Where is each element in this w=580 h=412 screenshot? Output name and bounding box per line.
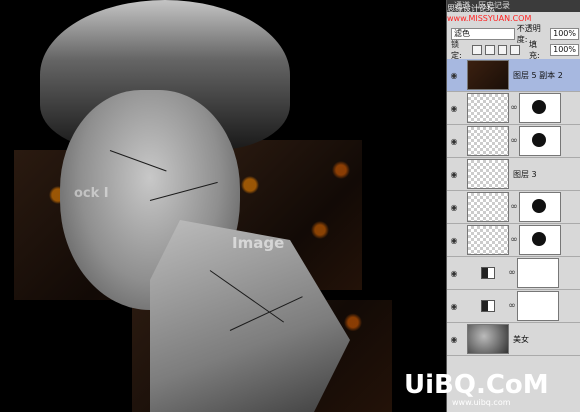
site-logo-url: www.uibq.com bbox=[452, 398, 511, 407]
mask-shape bbox=[532, 199, 546, 213]
layer-row[interactable]: ◉ ∞ bbox=[447, 224, 580, 257]
adjustment-layer-icon bbox=[481, 300, 495, 312]
layer-thumbnail bbox=[467, 159, 509, 189]
layer-thumbnail bbox=[467, 324, 509, 354]
chain-icon: ∞ bbox=[508, 301, 516, 311]
eye-icon[interactable]: ◉ bbox=[449, 137, 459, 146]
layer-thumbnail bbox=[467, 225, 509, 255]
blend-row: 滤色 不透明度: 100% bbox=[451, 24, 579, 44]
layers-list: ◉ 图层 5 副本 2 ◉ ∞ ◉ ∞ ◉ 图层 3 ◉ ∞ ◉ ∞ ◉ ∞ ◉… bbox=[447, 59, 580, 412]
layer-row[interactable]: ◉ 美女 bbox=[447, 323, 580, 356]
adjustment-layer-icon bbox=[481, 267, 495, 279]
site-watermark: 思缘设计论坛 www.MISSYUAN.COM bbox=[447, 3, 577, 23]
layer-thumbnail bbox=[467, 60, 509, 90]
layer-row[interactable]: ◉ ∞ bbox=[447, 257, 580, 290]
layer-thumbnail bbox=[467, 192, 509, 222]
eye-icon[interactable]: ◉ bbox=[449, 269, 459, 278]
layer-thumbnail bbox=[467, 93, 509, 123]
layer-mask[interactable] bbox=[519, 126, 561, 156]
canvas-watermark-left: ock I bbox=[74, 186, 109, 201]
layer-mask[interactable] bbox=[519, 192, 561, 222]
lock-position-icon[interactable] bbox=[497, 44, 508, 55]
mask-shape bbox=[532, 133, 546, 147]
lock-label: 锁定: bbox=[451, 39, 462, 60]
lock-transparent-icon[interactable] bbox=[472, 44, 482, 55]
eye-icon[interactable]: ◉ bbox=[449, 302, 459, 311]
opacity-field[interactable]: 100% bbox=[550, 27, 579, 40]
lock-pixels-icon[interactable] bbox=[484, 44, 495, 55]
layer-row[interactable]: ◉ ∞ bbox=[447, 290, 580, 323]
fill-label: 填充: bbox=[529, 39, 540, 60]
chain-icon: ∞ bbox=[508, 268, 516, 278]
lock-all-icon[interactable] bbox=[510, 44, 521, 55]
mask-shape bbox=[532, 232, 546, 246]
layer-name: 美女 bbox=[513, 334, 529, 344]
eye-icon[interactable]: ◉ bbox=[449, 71, 459, 80]
eye-icon[interactable]: ◉ bbox=[449, 335, 459, 344]
fill-field[interactable]: 100% bbox=[550, 43, 579, 56]
canvas-watermark: Image bbox=[232, 234, 285, 252]
layer-mask[interactable] bbox=[519, 225, 561, 255]
mask-shape bbox=[532, 100, 546, 114]
chain-icon: ∞ bbox=[510, 235, 518, 245]
layer-mask[interactable] bbox=[517, 291, 559, 321]
site-logo: UiBQ.CoM bbox=[404, 370, 549, 400]
chain-icon: ∞ bbox=[510, 136, 518, 146]
layer-row[interactable]: ◉ ∞ bbox=[447, 92, 580, 125]
site-watermark-prefix: 思缘设计论坛 bbox=[447, 4, 495, 13]
chain-icon: ∞ bbox=[510, 202, 518, 212]
eye-icon[interactable]: ◉ bbox=[449, 104, 459, 113]
layer-row[interactable]: ◉ ∞ bbox=[447, 125, 580, 158]
layer-name: 图层 5 副本 2 bbox=[513, 70, 563, 80]
eye-icon[interactable]: ◉ bbox=[449, 203, 459, 212]
site-watermark-url: www.MISSYUAN.COM bbox=[447, 14, 532, 23]
layer-row[interactable]: ◉ 图层 5 副本 2 bbox=[447, 59, 580, 92]
layer-mask[interactable] bbox=[519, 93, 561, 123]
layer-name: 图层 3 bbox=[513, 169, 537, 179]
lock-row: 锁定: 填充: 100% bbox=[451, 40, 579, 60]
layers-panel: 通道 历史记录 思缘设计论坛 www.MISSYUAN.COM 滤色 不透明度:… bbox=[446, 0, 580, 412]
layer-row[interactable]: ◉ 图层 3 bbox=[447, 158, 580, 191]
layer-row[interactable]: ◉ ∞ bbox=[447, 191, 580, 224]
document-canvas[interactable]: ock I Image bbox=[0, 0, 446, 412]
layer-mask[interactable] bbox=[517, 258, 559, 288]
eye-icon[interactable]: ◉ bbox=[449, 170, 459, 179]
layer-thumbnail bbox=[467, 126, 509, 156]
eye-icon[interactable]: ◉ bbox=[449, 236, 459, 245]
chain-icon: ∞ bbox=[510, 103, 518, 113]
